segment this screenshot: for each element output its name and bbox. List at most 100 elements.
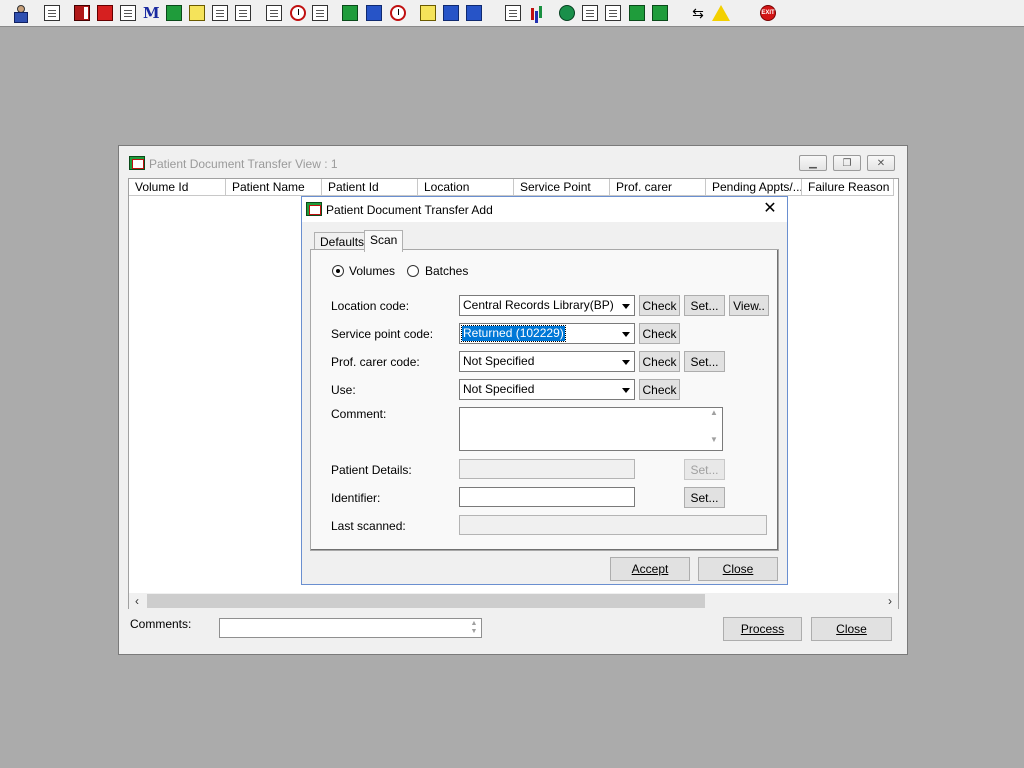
form-icon[interactable] [364, 3, 384, 23]
service-point-check-button[interactable]: Check [639, 323, 680, 344]
bed-icon[interactable] [441, 3, 461, 23]
transfer-icon[interactable] [210, 3, 230, 23]
clock-icon[interactable] [288, 3, 308, 23]
document-arrow-icon[interactable] [603, 3, 623, 23]
exit-icon-label: EXIT [760, 5, 776, 21]
blank-document-icon[interactable] [503, 3, 523, 23]
minimize-icon[interactable]: ▁ [799, 155, 827, 171]
prof-carer-select[interactable]: Not Specified [459, 351, 635, 372]
list-header: Volume Id Patient Name Patient Id Locati… [129, 179, 898, 196]
person-icon[interactable] [164, 3, 184, 23]
close-icon[interactable]: ✕ [867, 155, 895, 171]
user-icon[interactable] [10, 3, 30, 23]
comments-label: Comments: [130, 617, 192, 631]
column-header[interactable]: Failure Reason [802, 179, 894, 196]
window-icon[interactable] [310, 3, 330, 23]
column-header[interactable]: Location [418, 179, 514, 196]
accept-button[interactable]: Accept [610, 557, 690, 581]
location-code-label: Location code: [331, 299, 410, 313]
tab-scan[interactable]: Scan [364, 230, 404, 252]
last-scanned-label: Last scanned: [331, 519, 406, 533]
transfer-view-titlebar[interactable]: Patient Document Transfer View : 1 ▁ ❐ ✕ [119, 146, 907, 180]
document-green-icon[interactable] [627, 3, 647, 23]
chevron-down-icon[interactable] [618, 380, 634, 399]
prof-carer-set-button[interactable]: Set... [684, 351, 725, 372]
history-icon[interactable] [388, 3, 408, 23]
identifier-input[interactable] [459, 487, 635, 507]
dialog-app-icon [306, 202, 322, 216]
patient-list-icon[interactable] [464, 3, 484, 23]
scroll-right-icon[interactable]: › [882, 593, 898, 609]
transfer-add-dialog: Patient Document Transfer Add ✕ Defaults… [301, 196, 788, 585]
dialog-titlebar[interactable]: Patient Document Transfer Add ✕ [302, 197, 787, 222]
location-code-value: Central Records Library(BP) [463, 298, 614, 312]
horizontal-scrollbar[interactable]: ‹ › [129, 593, 898, 609]
column-header[interactable]: Service Point [514, 179, 610, 196]
chevron-down-icon[interactable] [618, 352, 634, 371]
note-icon[interactable] [187, 3, 207, 23]
app-icon [129, 156, 145, 170]
spin-icon[interactable]: ▲ ▼ [469, 620, 479, 636]
transfer-alt-icon[interactable] [233, 3, 253, 23]
patient-details-field [459, 459, 635, 479]
scrollbar-thumb[interactable] [147, 594, 705, 608]
transfer-view-title: Patient Document Transfer View : 1 [149, 157, 338, 171]
comment-label: Comment: [331, 407, 387, 421]
comment-input[interactable]: ▲ ▼ [459, 407, 723, 451]
column-header[interactable]: Patient Id [322, 179, 418, 196]
document-flow-icon[interactable] [650, 3, 670, 23]
column-header[interactable]: Patient Name [226, 179, 322, 196]
close-view-button-label: Close [836, 622, 867, 636]
chevron-down-icon[interactable] [618, 324, 634, 343]
use-select[interactable]: Not Specified [459, 379, 635, 400]
column-header[interactable]: Pending Appts/... [706, 179, 802, 196]
document-check-icon[interactable] [580, 3, 600, 23]
column-header[interactable]: Prof. carer [610, 179, 706, 196]
service-point-select[interactable]: Returned (102229) [459, 323, 635, 344]
chevron-down-icon[interactable] [618, 296, 634, 315]
bar-chart-icon[interactable] [527, 3, 547, 23]
globe-icon[interactable] [557, 3, 577, 23]
printer-icon[interactable] [42, 3, 62, 23]
service-point-value: Returned (102229) [461, 325, 566, 342]
warning-icon[interactable] [711, 3, 731, 23]
notes-icon[interactable] [418, 3, 438, 23]
batches-radio[interactable] [407, 265, 419, 277]
patient-details-set-button[interactable]: Set... [684, 459, 725, 480]
prof-carer-check-button[interactable]: Check [639, 351, 680, 372]
process-button[interactable]: Process [723, 617, 802, 641]
dialog-close-icon[interactable]: ✕ [761, 200, 779, 218]
book-icon[interactable] [72, 3, 92, 23]
comments-input[interactable]: ▲ ▼ [219, 618, 482, 638]
use-value: Not Specified [463, 382, 535, 396]
report-icon[interactable] [340, 3, 360, 23]
scan-tab-panel: Volumes Batches Location code: Central R… [310, 249, 779, 551]
location-check-button[interactable]: Check [639, 295, 680, 316]
column-header[interactable]: Volume Id [129, 179, 226, 196]
location-view-button[interactable]: View.. [729, 295, 769, 316]
dialog-close-button[interactable]: Close [698, 557, 778, 581]
exit-icon[interactable]: EXIT [758, 3, 778, 23]
accept-button-label: Accept [631, 562, 669, 576]
location-set-button[interactable]: Set... [684, 295, 725, 316]
restore-icon[interactable]: ❐ [833, 155, 861, 171]
dialog-close-button-label: Close [722, 562, 754, 576]
close-view-button[interactable]: Close [811, 617, 892, 641]
m-icon[interactable]: M [141, 3, 161, 23]
location-code-select[interactable]: Central Records Library(BP) [459, 295, 635, 316]
envelope-icon[interactable] [264, 3, 284, 23]
main-toolbar: M ⇆ EXIT [0, 0, 1024, 27]
volumes-radio[interactable] [332, 265, 344, 277]
use-check-button[interactable]: Check [639, 379, 680, 400]
swap-icon[interactable]: ⇆ [688, 3, 708, 23]
list-icon[interactable] [118, 3, 138, 23]
process-button-label: Process [740, 622, 785, 636]
use-label: Use: [331, 383, 356, 397]
memo-scrollbar[interactable]: ▲ ▼ [706, 408, 722, 450]
edit-document-icon[interactable] [95, 3, 115, 23]
batches-label: Batches [425, 264, 469, 278]
scroll-left-icon[interactable]: ‹ [129, 593, 145, 609]
identifier-label: Identifier: [331, 491, 381, 505]
prof-carer-value: Not Specified [463, 354, 535, 368]
identifier-set-button[interactable]: Set... [684, 487, 725, 508]
